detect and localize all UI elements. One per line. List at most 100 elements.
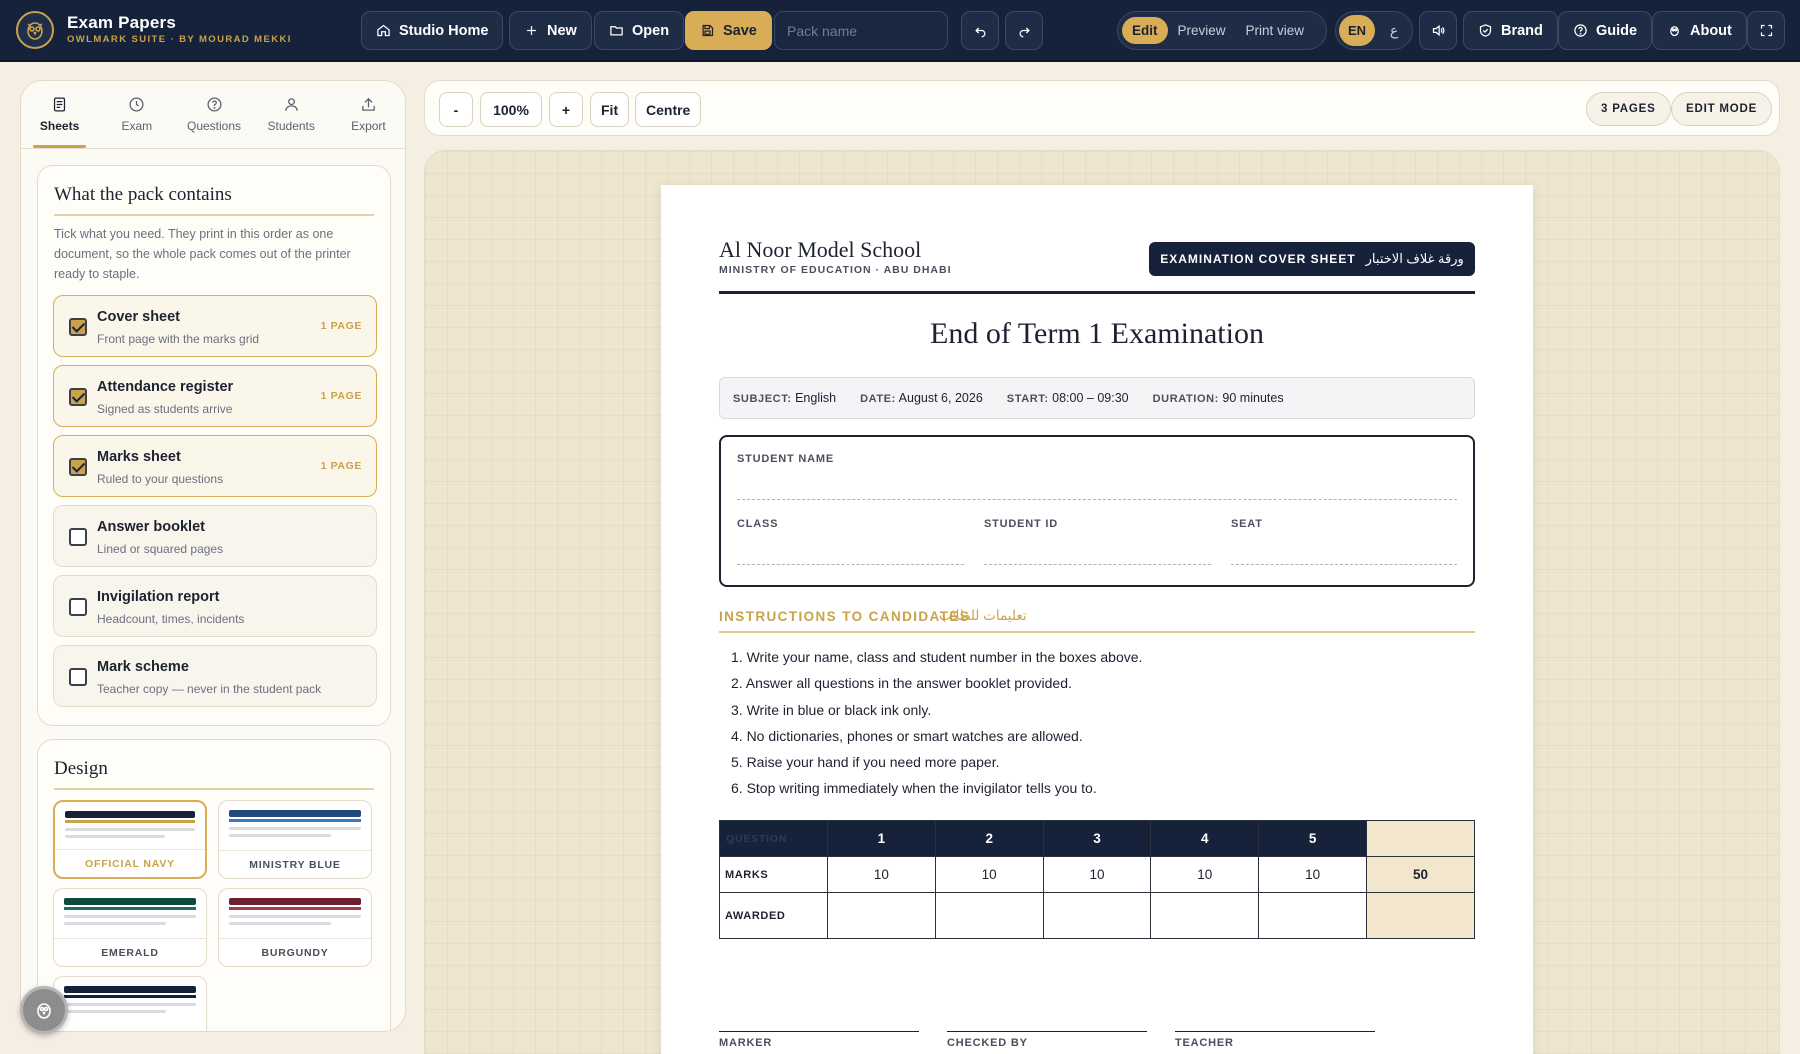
theme-name: OFFICIAL NAVY [55,849,205,877]
theme-swatch-accent [229,907,361,910]
checkbox[interactable] [69,388,87,406]
clock-icon [129,97,144,112]
guide-button[interactable]: Guide [1558,11,1653,50]
app-title: Exam Papers [67,13,176,32]
student-details-box: STUDENT NAME CLASS STUDENT ID SEAT [719,435,1475,587]
save-button[interactable]: Save [685,11,772,50]
meta-start-value: 08:00 – 09:30 [1052,391,1129,405]
zoom-out-button[interactable]: - [439,92,473,127]
folder-icon [610,26,623,36]
theme-ministry-blue[interactable]: MINISTRY BLUE [218,800,372,879]
about-label: About [1690,22,1732,39]
student-name-label: STUDENT NAME [737,453,834,465]
checked-by-signature-label: CHECKED BY [947,1037,1028,1049]
sheet-option-subtitle: Front page with the marks grid [97,332,260,346]
sound-button[interactable] [1419,11,1457,50]
theme-swatch-line [65,835,165,838]
sheet-option-marks-sheet[interactable]: Marks sheet Ruled to your questions 1 PA… [53,435,377,497]
document-icon [53,97,66,112]
assistant-owl-button[interactable] [20,986,68,1034]
brand-button[interactable]: Brand [1463,11,1558,50]
tab-exam[interactable]: Exam [98,81,175,148]
marks-cell[interactable]: 10 [1042,856,1152,893]
lang-en-button[interactable]: EN [1339,15,1375,46]
page-count-badge: 1 PAGE [320,460,362,472]
tab-sheets[interactable]: Sheets [21,81,98,148]
seat-line [1231,564,1457,565]
meta-start-label: START: [1006,393,1049,405]
sheet-option-attendance-register[interactable]: Attendance register Signed as students a… [53,365,377,427]
theme-official-navy[interactable]: OFFICIAL NAVY [53,800,207,879]
theme-burgundy[interactable]: BURGUNDY [218,888,372,967]
checkbox[interactable] [69,528,87,546]
divider [54,214,374,216]
exam-title[interactable]: End of Term 1 Examination [719,317,1475,351]
checkbox[interactable] [69,598,87,616]
help-circle-icon [1574,24,1587,37]
redo-button[interactable] [1005,11,1043,50]
marks-cell[interactable]: 10 [1258,856,1367,893]
zoom-in-button[interactable]: + [549,92,583,127]
theme-name: EMERALD [54,938,206,966]
top-bar: Exam Papers OWLMARK SUITE · BY MOURAD ME… [0,0,1800,62]
student-id-line [984,564,1211,565]
marks-cell[interactable]: 10 [1150,856,1260,893]
checkbox[interactable] [69,318,87,336]
school-name[interactable]: Al Noor Model School [719,237,921,263]
fit-button[interactable]: Fit [590,92,630,127]
theme-name: BURGUNDY [219,938,371,966]
language-toggle: EN ع [1335,11,1413,50]
tab-students[interactable]: Students [253,81,330,148]
undo-button[interactable] [961,11,999,50]
exam-meta-bar: SUBJECT: English DATE: August 6, 2026 ST… [719,377,1475,419]
cover-badge-arabic: ورقة غلاف الاختبار [1365,251,1464,266]
lang-ar-button[interactable]: ع [1379,22,1409,39]
fullscreen-button[interactable] [1747,11,1785,50]
sheet-option-invigilation-report[interactable]: Invigilation report Headcount, times, in… [53,575,377,637]
mode-edit-tab[interactable]: Edit [1122,17,1168,44]
tab-export[interactable]: Export [330,81,405,148]
guide-label: Guide [1596,22,1638,39]
sidebar-tabs: Sheets Exam Questions Students Export [21,81,405,149]
about-button[interactable]: About [1652,11,1747,50]
studio-home-button[interactable]: Studio Home [361,11,504,50]
open-button[interactable]: Open [594,11,685,50]
theme-swatch-bar [65,811,195,818]
checked-by-signature-line [947,1031,1147,1032]
checkbox[interactable] [69,458,87,476]
mode-preview-tab[interactable]: Preview [1168,17,1236,44]
marks-cell[interactable]: 10 [934,856,1044,893]
canvas-stage[interactable]: Al Noor Model School MINISTRY OF EDUCATI… [424,150,1780,1054]
brand-label: Brand [1501,22,1543,39]
theme-swatch-accent [65,820,195,823]
centre-button[interactable]: Centre [635,92,702,127]
tab-questions[interactable]: Questions [175,81,252,148]
sheet-option-cover-sheet[interactable]: Cover sheet Front page with the marks gr… [53,295,377,357]
marks-grid: QUESTION 1 2 3 4 5 Total MARKS 10 10 10 … [719,820,1475,939]
home-icon [377,24,390,37]
user-icon [284,98,298,111]
checkbox[interactable] [69,668,87,686]
instruction-item: 5. Raise your hand if you need more pape… [731,754,1000,771]
new-button[interactable]: New [509,11,592,50]
instructions-list[interactable]: 1. Write your name, class and student nu… [731,644,1471,802]
sheet-option-title: Attendance register [97,379,234,395]
instruction-item: 3. Write in blue or black ink only. [731,701,932,718]
pack-name-input[interactable] [774,11,948,50]
sheet-option-mark-scheme[interactable]: Mark scheme Teacher copy — never in the … [53,645,377,707]
mode-print-view-tab[interactable]: Print view [1236,17,1315,44]
meta-subject-label: SUBJECT: [733,393,792,405]
meta-date-label: DATE: [860,393,896,405]
sheet-option-title: Answer booklet [97,519,205,535]
theme-emerald[interactable]: EMERALD [53,888,207,967]
owl-logo-icon[interactable] [16,11,54,49]
sheet-option-title: Mark scheme [97,659,189,675]
teacher-signature-line [1175,1031,1375,1032]
theme-option[interactable] [53,976,207,1031]
sheet-option-subtitle: Lined or squared pages [97,542,224,556]
ministry-line[interactable]: MINISTRY OF EDUCATION · ABU DHABI [719,264,952,276]
exam-cover-sheet-page[interactable]: Al Noor Model School MINISTRY OF EDUCATI… [661,185,1533,1054]
zoom-level[interactable]: 100% [480,92,542,127]
sheet-option-answer-booklet[interactable]: Answer booklet Lined or squared pages [53,505,377,567]
marks-cell[interactable]: 10 [827,856,936,893]
